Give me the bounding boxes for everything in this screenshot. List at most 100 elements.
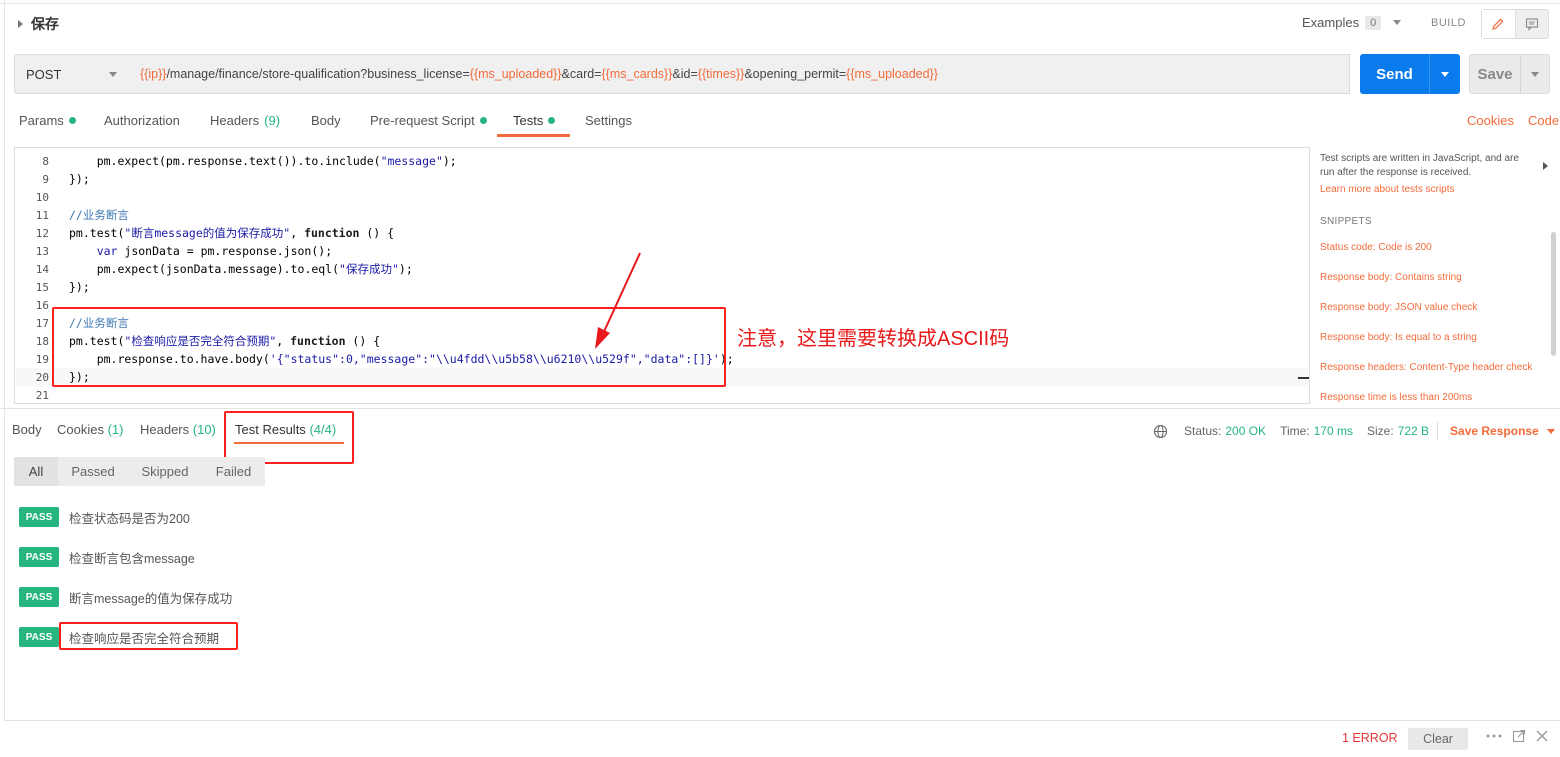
method-value: POST <box>26 66 62 82</box>
code-line: 21 <box>15 386 1305 403</box>
comment-icon[interactable] <box>1515 10 1548 38</box>
collapse-panel-icon[interactable] <box>1543 162 1548 170</box>
clear-button[interactable]: Clear <box>1408 728 1468 750</box>
code-line: 15}); <box>15 278 1305 296</box>
pass-badge: PASS <box>19 627 59 647</box>
footer-icons <box>1486 729 1548 743</box>
cookies-link[interactable]: Cookies <box>1467 113 1514 128</box>
tab-headers[interactable]: Headers (9) <box>210 113 280 128</box>
code-link[interactable]: Code <box>1528 113 1559 128</box>
send-options-chevron-icon[interactable] <box>1430 54 1460 94</box>
code-line: 13 var jsonData = pm.response.json(); <box>15 242 1305 260</box>
examples-dropdown[interactable]: Examples 0 <box>1302 15 1402 30</box>
snippets-description: Test scripts are written in JavaScript, … <box>1320 153 1519 178</box>
size-value: 722 B <box>1397 424 1430 438</box>
method-select[interactable]: POST <box>14 54 130 94</box>
more-icon[interactable] <box>1486 733 1502 739</box>
tab-params[interactable]: Params <box>19 113 76 128</box>
url-text: &id= <box>672 67 698 81</box>
request-links: Cookies Code <box>1467 113 1559 128</box>
snippet-item[interactable]: Response body: JSON value check <box>1320 301 1477 315</box>
tab-tests[interactable]: Tests <box>513 113 556 128</box>
request-title-text: 保存 <box>31 16 59 32</box>
resp-tab-cookies-label: Cookies <box>57 422 104 437</box>
snippet-item[interactable]: Response time is less than 200ms <box>1320 391 1472 405</box>
code-text: pm.expect(jsonData.message).to.eql("保存成功… <box>69 262 413 276</box>
line-number: 21 <box>35 388 49 402</box>
code-line: 11 //业务断言 <box>15 206 1305 224</box>
filter-passed[interactable]: Passed <box>58 457 128 486</box>
request-title[interactable]: 保存 <box>18 14 59 34</box>
active-dot-icon <box>479 117 487 124</box>
resp-tab-headers[interactable]: Headers (10) <box>140 422 216 437</box>
send-button[interactable]: Send <box>1360 54 1460 94</box>
tab-headers-label: Headers <box>210 113 260 128</box>
snippets-scrollbar[interactable] <box>1551 232 1556 356</box>
line-number: 15 <box>35 280 49 294</box>
pass-badge: PASS <box>19 587 59 607</box>
tab-pre-request-script[interactable]: Pre-request Script <box>370 113 487 128</box>
response-status-bar: Status: 200 OK Time: 170 ms Size: 722 B … <box>1153 422 1555 440</box>
url-variable: {{ms_uploaded}} <box>846 67 938 81</box>
snippet-item[interactable]: Response body: Contains string <box>1320 271 1462 285</box>
error-count[interactable]: 1 ERROR <box>1342 731 1398 745</box>
line-number: 12 <box>35 226 49 240</box>
url-text: &opening_permit= <box>744 67 847 81</box>
time-label: Time: <box>1280 424 1310 438</box>
time-value: 170 ms <box>1313 424 1353 438</box>
send-button-label[interactable]: Send <box>1360 54 1430 94</box>
tab-params-label: Params <box>19 113 64 128</box>
chevron-down-icon <box>1546 428 1555 434</box>
globe-icon[interactable] <box>1153 424 1168 439</box>
line-number: 8 <box>42 154 49 168</box>
filter-skipped[interactable]: Skipped <box>128 457 202 486</box>
code-line: 8 pm.expect(pm.response.text()).to.inclu… <box>15 152 1305 170</box>
save-options-chevron-icon[interactable] <box>1521 55 1549 93</box>
line-number: 18 <box>35 334 49 348</box>
test-result-row: PASS 检查状态码是否为200 <box>19 507 190 527</box>
snippet-item[interactable]: Response headers: Content-Type header ch… <box>1320 361 1532 375</box>
code-text: //业务断言 <box>69 208 129 222</box>
test-result-name: 检查断言包含message <box>69 551 195 566</box>
build-mode-label[interactable]: BUILD <box>1431 17 1466 29</box>
line-number: 11 <box>35 208 49 222</box>
resp-tab-cookies[interactable]: Cookies (1) <box>57 422 123 437</box>
mode-toggle <box>1481 9 1549 39</box>
save-button-label[interactable]: Save <box>1470 55 1521 93</box>
url-variable: {{ip}} <box>140 67 167 81</box>
url-text: /manage/finance/store-qualification?busi… <box>166 67 470 81</box>
snippet-item[interactable]: Response body: Is equal to a string <box>1320 331 1477 345</box>
line-number: 10 <box>35 190 49 204</box>
code-text: }); <box>69 280 90 294</box>
code-line: 9}); <box>15 170 1305 188</box>
footer-divider <box>4 720 1560 721</box>
tab-settings[interactable]: Settings <box>585 113 632 128</box>
tab-settings-label: Settings <box>585 113 632 128</box>
close-icon[interactable] <box>1536 730 1548 742</box>
tab-authorization[interactable]: Authorization <box>104 113 180 128</box>
filter-all[interactable]: All <box>14 457 58 486</box>
filter-failed[interactable]: Failed <box>202 457 265 486</box>
open-external-icon[interactable] <box>1512 729 1526 743</box>
tab-tests-label: Tests <box>513 113 544 128</box>
status-label: Status: <box>1184 424 1222 438</box>
save-response-button[interactable]: Save Response <box>1450 424 1555 438</box>
pencil-icon[interactable] <box>1482 10 1516 38</box>
tab-body[interactable]: Body <box>311 113 341 128</box>
code-line: 10 <box>15 188 1305 206</box>
save-button[interactable]: Save <box>1469 54 1550 94</box>
examples-count: 0 <box>1365 15 1382 30</box>
resp-tab-body[interactable]: Body <box>12 422 42 437</box>
top-divider <box>0 0 1560 4</box>
snippet-item[interactable]: Status code: Code is 200 <box>1320 241 1432 255</box>
resp-tab-body-label: Body <box>12 422 42 437</box>
code-line: 12 pm.test("断言message的值为保存成功", function (… <box>15 224 1305 242</box>
tab-prerequest-label: Pre-request Script <box>370 113 475 128</box>
learn-more-link[interactable]: Learn more about tests scripts <box>1320 183 1545 197</box>
resp-tab-headers-count: (10) <box>192 422 216 437</box>
url-input[interactable]: {{ip}}/manage/finance/store-qualificatio… <box>129 54 1350 94</box>
examples-label: Examples <box>1302 15 1360 30</box>
caret-right-icon[interactable] <box>18 20 23 28</box>
request-tabs: Params Authorization Headers (9) Body Pre… <box>0 113 1300 133</box>
size-label: Size: <box>1366 424 1394 438</box>
